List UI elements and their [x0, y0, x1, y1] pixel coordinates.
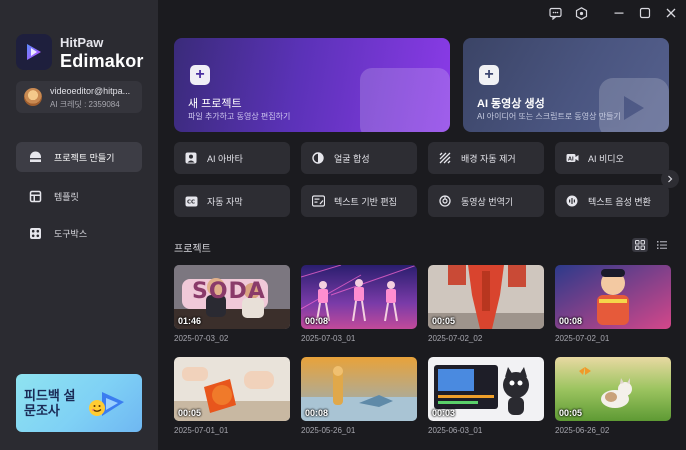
text-edit-icon — [311, 194, 325, 208]
tool-label: AI 아바타 — [207, 153, 243, 164]
product-name: Edimakor — [60, 51, 144, 71]
list-view-button[interactable] — [654, 238, 670, 252]
project-date: 2025-06-03_01 — [428, 426, 483, 435]
project-date: 2025-07-02_02 — [428, 334, 483, 343]
duration-badge: 00:05 — [178, 408, 202, 418]
translate-icon — [438, 194, 452, 208]
list-view-icon — [657, 241, 667, 249]
project-date: 2025-07-03_01 — [301, 334, 356, 343]
project-date: 2025-07-01_01 — [174, 426, 229, 435]
banner-text: 피드백 설문조사 — [24, 388, 76, 418]
project-thumbnail-3[interactable]: 00:05 — [428, 265, 544, 329]
plus-icon: + — [479, 65, 499, 85]
plus-icon: + — [190, 65, 210, 85]
settings-icon[interactable] — [574, 6, 588, 20]
ai-video-subtitle: AI 아이디어 또는 스크립트로 동영상 만들기 — [477, 112, 621, 121]
tool-label: 배경 자동 제거 — [461, 153, 516, 164]
new-project-subtitle: 파일 추가하고 동영상 편집하기 — [188, 112, 291, 121]
duration-badge: 00:03 — [432, 408, 456, 418]
scroll-right-button[interactable] — [661, 170, 679, 188]
user-email: videoeditor@hitpa... — [50, 86, 131, 96]
close-icon[interactable] — [664, 6, 678, 20]
face-swap-icon — [311, 151, 325, 165]
duration-badge: 00:05 — [432, 316, 456, 326]
project-thumbnail-7[interactable]: 00:03 — [428, 357, 544, 421]
project-thumbnail-4[interactable]: 00:08 — [555, 265, 671, 329]
minimize-icon[interactable] — [612, 6, 626, 20]
sidebar-item-label: 템플릿 — [54, 191, 79, 202]
ai-video-title: AI 동영상 생성 — [477, 98, 545, 110]
film-deco-icon — [360, 68, 450, 132]
new-project-card[interactable]: + 새 프로젝트 파일 추가하고 동영상 편집하기 — [174, 38, 450, 132]
ai-video-generate-card[interactable]: + AI 동영상 생성 AI 아이디어 또는 스크립트로 동영상 만들기 — [463, 38, 669, 132]
tool-label: 얼굴 합성 — [334, 153, 370, 164]
tool-text-based-edit[interactable]: 텍스트 기반 편집 — [301, 185, 417, 217]
tool-label: 동영상 번역기 — [461, 196, 514, 207]
ai-credit: AI 크레딧 : 2359084 — [50, 100, 120, 109]
duration-badge: 00:08 — [305, 316, 329, 326]
feedback-icon[interactable] — [548, 6, 562, 20]
avatar — [24, 88, 42, 106]
app-logo — [16, 34, 52, 70]
project-date: 2025-07-02_01 — [555, 334, 610, 343]
sidebar-item-template[interactable]: 템플릿 — [16, 181, 142, 211]
create-project-icon — [28, 150, 42, 164]
sidebar-item-label: 프로젝트 만들기 — [54, 152, 115, 163]
maximize-icon[interactable] — [638, 6, 652, 20]
sidebar-item-toolbox[interactable]: 도구박스 — [16, 218, 142, 248]
project-thumbnail-2[interactable]: 00:08 — [301, 265, 417, 329]
template-icon — [28, 189, 42, 203]
chevron-right-icon — [668, 175, 673, 183]
tts-icon — [565, 194, 579, 208]
project-thumbnail-6[interactable]: 00:08 — [301, 357, 417, 421]
duration-badge: 01:46 — [178, 316, 202, 326]
tool-video-translator[interactable]: 동영상 번역기 — [428, 185, 544, 217]
tool-ai-avatar[interactable]: AI 아바타 — [174, 142, 290, 174]
projects-section-title: 프로젝트 — [174, 244, 211, 255]
background-remove-icon — [438, 151, 452, 165]
toolbox-icon — [28, 226, 42, 240]
sidebar: HitPaw Edimakor videoeditor@hitpa... AI … — [0, 0, 158, 450]
project-thumbnail-8[interactable]: 00:05 — [555, 357, 671, 421]
tool-ai-video[interactable]: AI AI 비디오 — [555, 142, 669, 174]
brand-name: HitPaw — [60, 35, 104, 50]
project-date: 2025-06-26_02 — [555, 426, 610, 435]
project-date: 2025-07-03_02 — [174, 334, 229, 343]
duration-badge: 00:05 — [559, 408, 583, 418]
project-date: 2025-05-26_01 — [301, 426, 356, 435]
sidebar-item-label: 도구박스 — [54, 228, 88, 239]
grid-view-icon — [635, 240, 645, 250]
logo-icon — [27, 44, 41, 60]
tool-label: 자동 자막 — [207, 196, 243, 207]
tool-face-swap[interactable]: 얼굴 합성 — [301, 142, 417, 174]
feedback-survey-banner[interactable]: 피드백 설문조사 — [16, 374, 142, 432]
caption-icon: CC — [184, 194, 198, 208]
tool-text-to-speech[interactable]: 텍스트 음성 변환 — [555, 185, 669, 217]
tool-background-remove[interactable]: 배경 자동 제거 — [428, 142, 544, 174]
survey-emoji-icon — [88, 388, 128, 425]
avatar-icon — [184, 151, 198, 165]
new-project-title: 새 프로젝트 — [188, 98, 242, 110]
svg-text:CC: CC — [187, 199, 195, 205]
tool-label: AI 비디오 — [588, 153, 624, 164]
project-thumbnail-5[interactable]: 00:05 — [174, 357, 290, 421]
duration-badge: 00:08 — [305, 408, 329, 418]
duration-badge: 00:08 — [559, 316, 583, 326]
tool-auto-caption[interactable]: CC 자동 자막 — [174, 185, 290, 217]
ai-video-icon: AI — [565, 151, 579, 165]
grid-view-button[interactable] — [632, 238, 648, 252]
thumbnail-text: SODA — [192, 279, 266, 304]
svg-text:AI: AI — [568, 156, 574, 162]
user-account[interactable]: videoeditor@hitpa... AI 크레딧 : 2359084 — [16, 81, 142, 113]
tool-label: 텍스트 기반 편집 — [334, 196, 397, 207]
project-thumbnail-1[interactable]: SODA 01:46 — [174, 265, 290, 329]
tool-label: 텍스트 음성 변환 — [588, 196, 651, 207]
sidebar-item-create-project[interactable]: 프로젝트 만들기 — [16, 142, 142, 172]
